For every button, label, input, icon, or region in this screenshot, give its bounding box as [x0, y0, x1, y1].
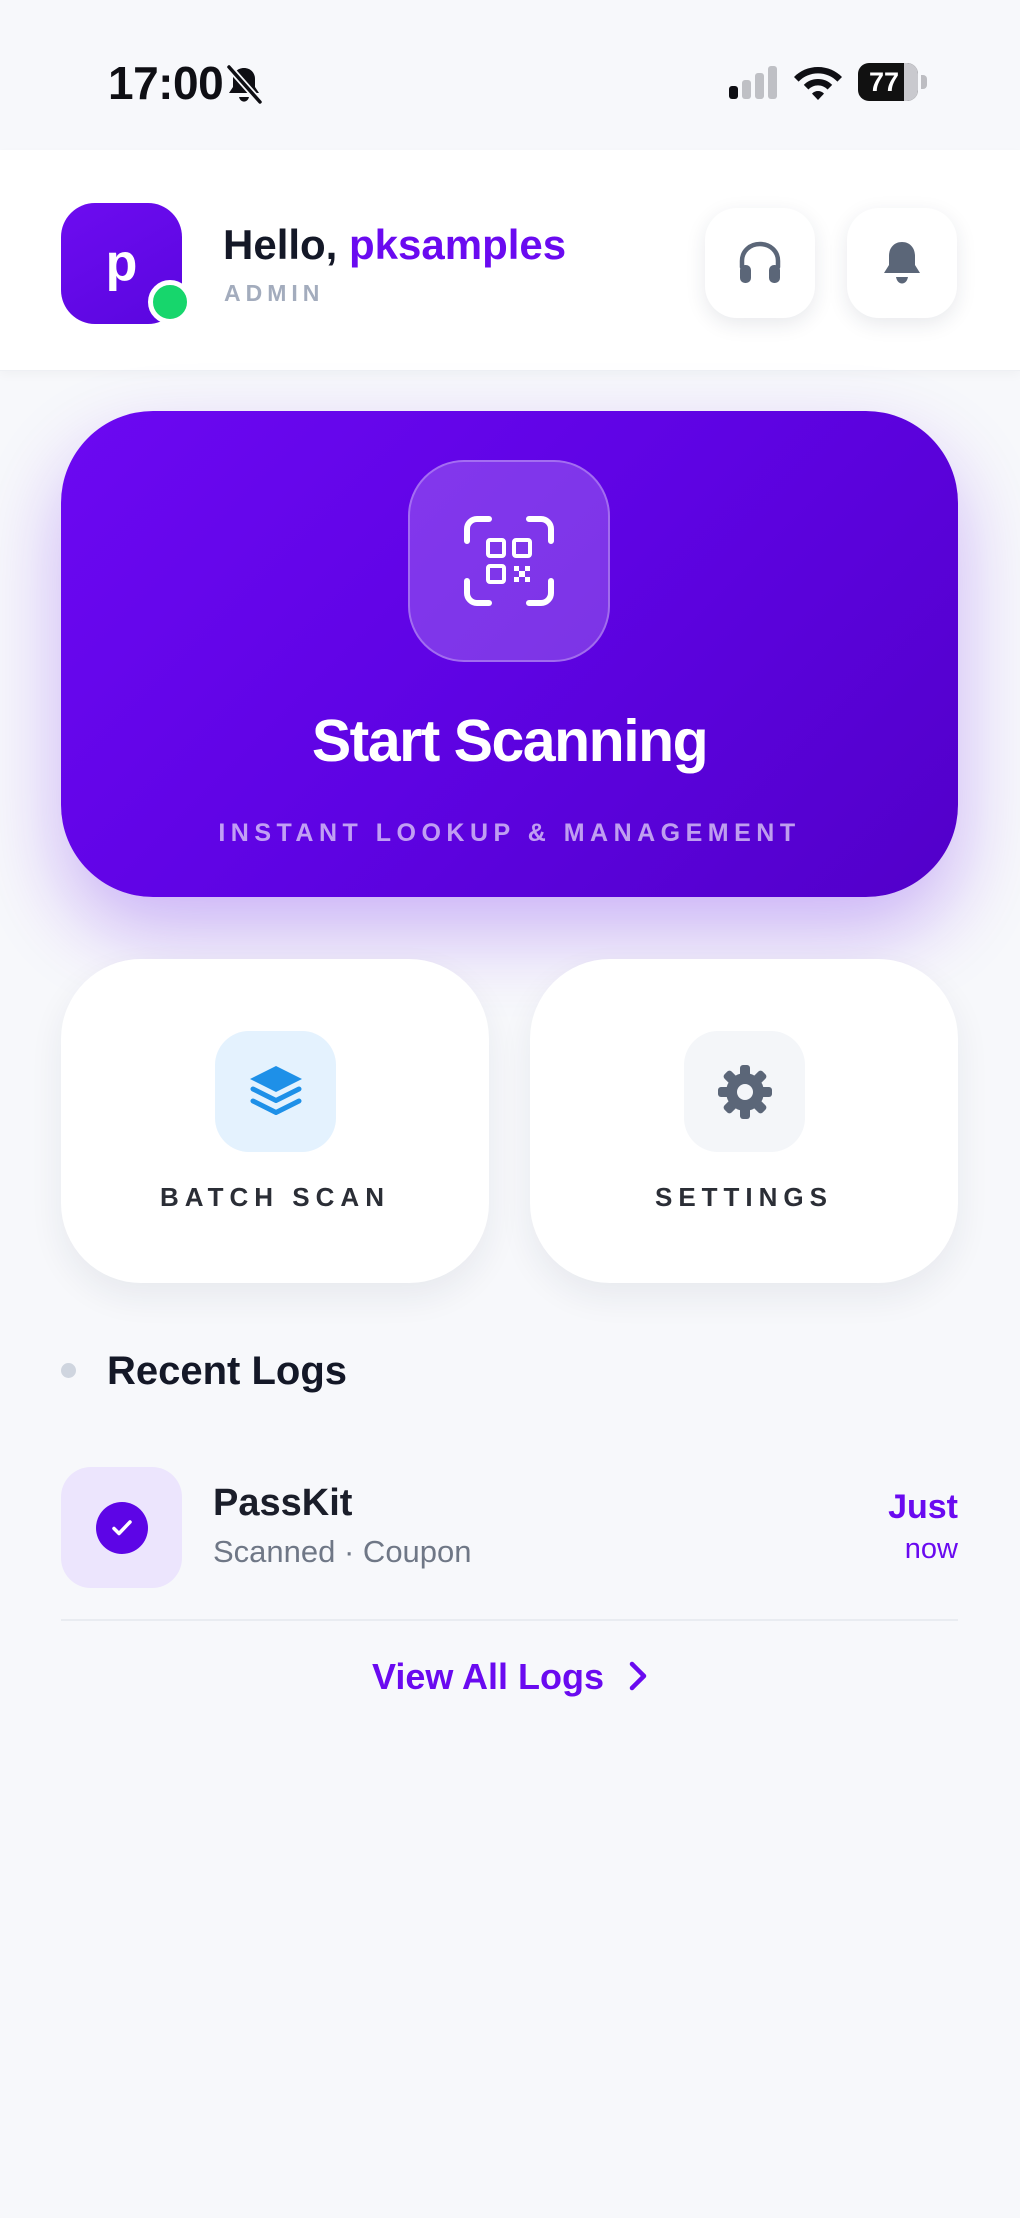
user-role: ADMIN — [224, 280, 325, 306]
checkmark-icon — [111, 1519, 132, 1535]
battery-icon: 77 — [858, 63, 930, 101]
batch-scan-button[interactable]: BATCH SCAN — [61, 959, 489, 1283]
wifi-icon — [794, 67, 842, 100]
header: p Hello, pksamples ADMIN — [0, 150, 1020, 371]
batch-scan-label: BATCH SCAN — [160, 1182, 390, 1212]
notifications-button[interactable] — [847, 208, 957, 318]
layers-icon — [249, 1065, 302, 1115]
status-time: 17:00 — [108, 57, 224, 109]
section-dot — [61, 1363, 76, 1378]
check-circle-icon — [95, 1501, 148, 1554]
chevron-right-icon — [629, 1662, 647, 1691]
bell-off-icon — [225, 63, 264, 106]
settings-label: SETTINGS — [654, 1182, 833, 1212]
scan-icon-box — [408, 460, 610, 662]
batch-scan-icon-box — [215, 1031, 336, 1152]
support-button[interactable] — [705, 208, 815, 318]
signal-icon — [729, 66, 777, 99]
log-icon-box — [61, 1467, 182, 1588]
status-bar: 17:00 77 — [0, 0, 1020, 150]
log-item[interactable]: PassKit Scanned · Coupon Just now — [61, 1467, 958, 1621]
log-title: PassKit — [213, 1482, 353, 1524]
battery-level: 77 — [868, 67, 900, 97]
settings-icon-box — [684, 1031, 805, 1152]
qr-scan-icon — [464, 516, 554, 606]
scan-title: Start Scanning — [311, 708, 709, 774]
username: pksamples — [349, 221, 567, 268]
online-status-indicator — [148, 280, 192, 324]
settings-button[interactable]: SETTINGS — [530, 959, 958, 1283]
start-scanning-card[interactable]: Start Scanning INSTANT LOOKUP & MANAGEME… — [61, 411, 958, 897]
greeting: Hello, pksamples — [223, 220, 566, 270]
scan-subtitle: INSTANT LOOKUP & MANAGEMENT — [218, 819, 801, 847]
log-time-suffix: now — [904, 1533, 958, 1565]
headphones-icon — [739, 241, 781, 283]
view-all-logs-link[interactable]: View All Logs — [0, 1652, 1020, 1702]
notification-bell-icon — [884, 242, 920, 284]
view-all-logs-label: View All Logs — [371, 1656, 605, 1697]
log-subtitle: Scanned · Coupon — [213, 1534, 472, 1569]
log-time: Just — [888, 1488, 958, 1526]
home-screen: 17:00 77 p Hello, pksamples ADMIN Start … — [0, 0, 1020, 2218]
recent-logs-title: Recent Logs — [107, 1349, 348, 1393]
gear-icon — [717, 1064, 772, 1119]
greeting-prefix: Hello, — [223, 221, 350, 268]
